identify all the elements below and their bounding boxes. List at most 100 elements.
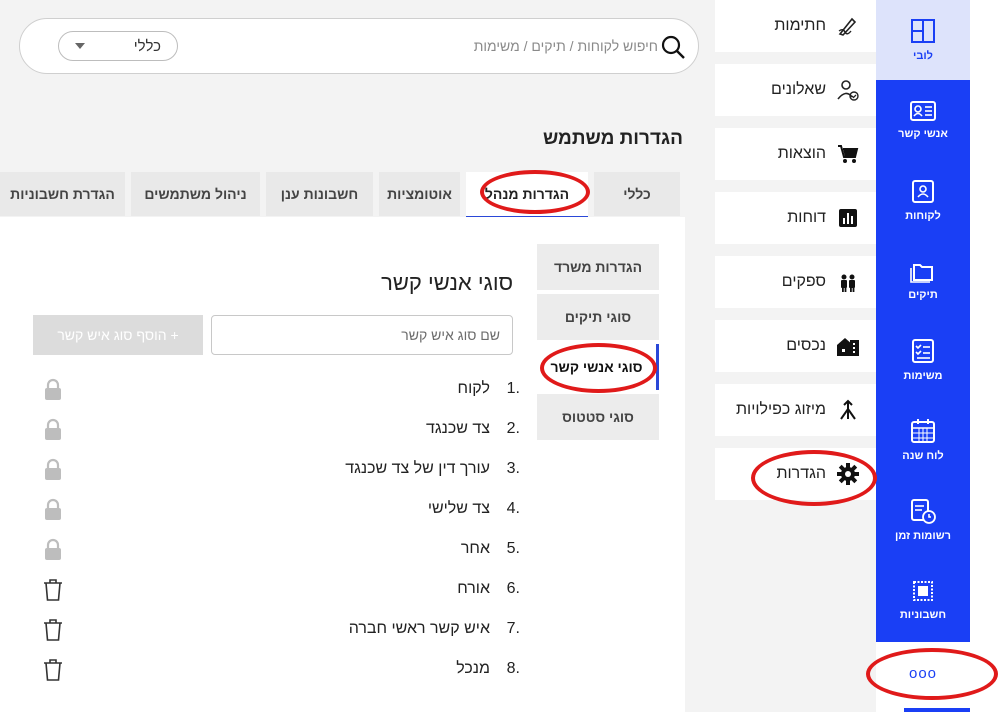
list-item: 8. מנכל	[30, 650, 520, 690]
tab-cloud-accounts[interactable]: חשבונות ענן	[266, 172, 373, 216]
icon-rail: לובי אנשי קשר לקוחות תיקים משימות לוח שנ…	[876, 0, 970, 712]
suppliers-people-icon	[836, 270, 860, 294]
lock-icon	[45, 418, 61, 440]
rail-item-tasks[interactable]: משימות	[876, 320, 970, 400]
list-item-number: 4.	[506, 500, 520, 517]
settings-tabs: כללי הגדרות מנהל אוטומציות חשבונות ענן נ…	[0, 172, 685, 218]
rail-item-label: לקוחות	[905, 210, 941, 222]
tab-automations[interactable]: אוטומציות	[379, 172, 460, 216]
list-item-number: 6.	[506, 580, 520, 597]
list-item-label: צד שכנגד	[426, 420, 490, 437]
merge-icon	[836, 398, 860, 422]
list-item-label: איש קשר ראשי חברה	[348, 620, 490, 637]
list-item-number: 8.	[506, 660, 520, 677]
menu-item-merge-duplicates[interactable]: מיזוג כפילויות	[715, 384, 876, 436]
rail-item-label: תיקים	[908, 289, 938, 301]
reports-chart-icon	[836, 206, 860, 230]
rail-item-lobby[interactable]: לובי	[876, 0, 970, 80]
rail-item-label: רשומות זמן	[895, 530, 951, 542]
rail-item-invoices[interactable]: חשבוניות	[876, 560, 970, 640]
contact-type-name-input[interactable]	[211, 315, 513, 355]
tab-user-management[interactable]: ניהול משתמשים	[131, 172, 260, 216]
add-contact-type-button[interactable]: + הוסף סוג איש קשר	[33, 315, 203, 355]
list-item: 3. עורך דין של צד שכנגד	[30, 450, 520, 490]
lock-icon	[45, 458, 61, 480]
list-item-number: 3.	[506, 460, 520, 477]
list-item-label: עורך דין של צד שכנגד	[345, 460, 490, 477]
list-item: 4. צד שלישי	[30, 490, 520, 530]
more-dots-icon: ooo	[908, 664, 938, 682]
rail-bottom-edge	[904, 708, 970, 712]
rail-item-label: לוח שנה	[902, 450, 944, 462]
search-scope-select[interactable]: כללי	[58, 31, 178, 61]
trash-icon[interactable]	[42, 578, 64, 602]
signature-pen-icon	[836, 14, 860, 38]
cart-icon	[836, 142, 860, 166]
list-item: 6. אורח	[30, 570, 520, 610]
lock-icon	[45, 538, 61, 560]
lobby-grid-icon	[911, 19, 935, 43]
list-item-number: 2.	[506, 420, 520, 437]
menu-item-label: ספקים	[781, 273, 826, 290]
secondary-menu: חתימות שאלונים הוצאות דוחות ספקים נכסים …	[715, 0, 876, 712]
menu-item-label: חתימות	[774, 17, 826, 34]
menu-item-label: הגדרות	[776, 465, 826, 482]
list-item-label: מנכל	[456, 660, 490, 677]
rail-item-contacts[interactable]: אנשי קשר	[876, 80, 970, 160]
rail-item-time-records[interactable]: רשומות זמן	[876, 480, 970, 560]
list-item-number: 5.	[506, 540, 520, 557]
list-item-number: 1.	[506, 380, 520, 397]
menu-item-label: דוחות	[787, 209, 826, 226]
menu-item-label: שאלונים	[771, 81, 826, 98]
menu-item-expenses[interactable]: הוצאות	[715, 128, 876, 180]
rail-item-clients[interactable]: לקוחות	[876, 160, 970, 240]
subnav-office-settings[interactable]: הגדרות משרד	[537, 244, 659, 290]
more-button[interactable]: ooo	[876, 650, 970, 696]
trash-icon[interactable]	[42, 658, 64, 682]
tab-invoice-settings[interactable]: הגדרת חשבוניות	[0, 172, 125, 216]
search-scope-value: כללי	[133, 37, 161, 55]
list-item-label: אחר	[460, 540, 490, 557]
gear-icon	[836, 462, 860, 486]
list-item: 5. אחר	[30, 530, 520, 570]
folders-icon	[910, 264, 933, 283]
list-item-label: לקוח	[457, 380, 490, 397]
lock-icon	[45, 498, 61, 520]
menu-item-suppliers[interactable]: ספקים	[715, 256, 876, 308]
time-records-icon	[911, 499, 936, 524]
list-item-label: צד שלישי	[427, 500, 490, 517]
clients-badge-icon	[912, 180, 934, 203]
menu-item-reports[interactable]: דוחות	[715, 192, 876, 244]
questionnaire-user-icon	[836, 78, 860, 102]
subnav-contact-types[interactable]: סוגי אנשי קשר	[537, 344, 659, 390]
menu-item-label: נכסים	[786, 337, 826, 354]
menu-item-assets[interactable]: נכסים	[715, 320, 876, 372]
section-title: סוגי אנשי קשר	[381, 270, 513, 295]
invoices-icon	[913, 581, 933, 601]
list-item: 1. לקוח	[30, 370, 520, 410]
tasks-checklist-icon	[912, 339, 934, 363]
lock-icon	[45, 378, 61, 400]
menu-item-signatures[interactable]: חתימות	[715, 0, 876, 52]
search-icon[interactable]	[660, 34, 686, 60]
rail-item-label: חשבוניות	[899, 609, 947, 621]
calendar-icon	[911, 419, 935, 443]
rail-item-label: אנשי קשר	[898, 128, 948, 140]
menu-item-questionnaires[interactable]: שאלונים	[715, 64, 876, 116]
tab-admin-settings[interactable]: הגדרות מנהל	[466, 172, 588, 218]
global-search-bar: כללי	[19, 18, 699, 74]
trash-icon[interactable]	[42, 618, 64, 642]
page-title: הגדרות משתמש	[542, 128, 683, 149]
list-item-label: אורח	[457, 580, 490, 597]
subnav-status-types[interactable]: סוגי סטטוס	[537, 394, 659, 440]
menu-item-settings[interactable]: הגדרות	[715, 448, 876, 500]
rail-item-calendar[interactable]: לוח שנה	[876, 400, 970, 480]
rail-item-cases[interactable]: תיקים	[876, 240, 970, 320]
search-input[interactable]	[298, 31, 658, 61]
tab-general[interactable]: כללי	[594, 172, 680, 216]
rail-item-label: לובי	[913, 50, 933, 62]
subnav-case-types[interactable]: סוגי תיקים	[537, 294, 659, 340]
rail-item-label: משימות	[903, 370, 943, 382]
contacts-card-icon	[910, 101, 936, 121]
chevron-down-icon	[75, 43, 85, 49]
